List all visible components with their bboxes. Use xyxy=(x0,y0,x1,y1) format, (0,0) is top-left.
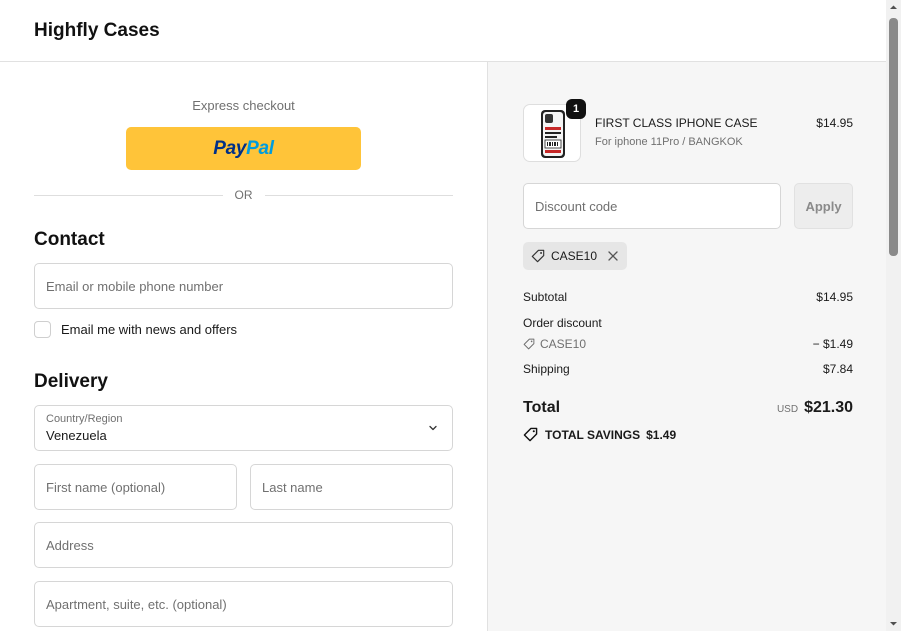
country-value: Venezuela xyxy=(46,428,107,443)
savings-label: TOTAL SAVINGS xyxy=(545,427,641,442)
total-row: Total USD $21.30 xyxy=(523,399,853,421)
savings-value: $1.49 xyxy=(646,427,677,442)
address-input[interactable] xyxy=(35,523,452,567)
order-discount-code: CASE10 xyxy=(540,337,587,351)
product-thumbnail: 1 xyxy=(523,99,586,162)
scroll-up-arrow-icon[interactable] xyxy=(886,0,901,15)
currency-code: USD xyxy=(776,404,799,415)
close-icon[interactable] xyxy=(607,250,619,262)
tag-icon xyxy=(523,338,535,350)
address-field[interactable] xyxy=(34,522,453,568)
contact-title: Contact xyxy=(34,229,105,250)
subtotal-label: Subtotal xyxy=(523,290,568,304)
apartment-input[interactable] xyxy=(35,582,452,626)
total-label: Total xyxy=(523,399,561,416)
express-checkout-label: Express checkout xyxy=(192,98,295,113)
paypal-button[interactable]: PayPal xyxy=(126,127,361,170)
line-item: 1 FIRST CLASS IPHONE CASE For iphone 11P… xyxy=(523,99,853,162)
scroll-down-arrow-icon[interactable] xyxy=(886,616,901,631)
email-input[interactable] xyxy=(35,264,452,308)
product-price: $14.95 xyxy=(816,116,853,130)
divider-line xyxy=(34,194,223,196)
newsletter-row[interactable]: Email me with news and offers xyxy=(34,321,237,338)
or-text: OR xyxy=(234,188,253,202)
order-discount-code-row: CASE10 − $1.49 xyxy=(523,337,853,351)
subtotal-row: Subtotal $14.95 xyxy=(523,290,853,304)
paypal-logo: PayPal xyxy=(213,137,274,159)
order-discount-value: − $1.49 xyxy=(812,337,853,351)
total-amount: $21.30 xyxy=(804,399,853,416)
checkout-form: Express checkout PayPal OR Contact Email… xyxy=(0,62,487,631)
order-discount-row: Order discount xyxy=(523,316,853,330)
newsletter-label[interactable]: Email me with news and offers xyxy=(61,322,237,337)
chevron-down-icon xyxy=(429,425,437,431)
applied-discount-chip: CASE10 xyxy=(523,242,628,270)
tag-icon xyxy=(523,427,538,442)
country-select[interactable]: Country/Region Venezuela xyxy=(34,405,453,451)
tag-icon xyxy=(531,249,545,263)
email-field[interactable] xyxy=(34,263,453,309)
delivery-title: Delivery xyxy=(34,371,108,392)
quantity-badge: 1 xyxy=(566,99,586,119)
apply-button[interactable]: Apply xyxy=(794,183,853,229)
discount-input[interactable] xyxy=(524,184,780,228)
scrollbar[interactable] xyxy=(886,0,901,631)
subtotal-value: $14.95 xyxy=(816,290,853,304)
scroll-thumb[interactable] xyxy=(889,18,898,256)
order-summary: 1 FIRST CLASS IPHONE CASE For iphone 11P… xyxy=(487,62,886,631)
divider-line xyxy=(264,194,453,196)
discount-field[interactable] xyxy=(523,183,781,229)
apartment-field[interactable] xyxy=(34,581,453,627)
country-label: Country/Region xyxy=(46,413,123,425)
checkout-header: Highfly Cases xyxy=(0,0,886,62)
first-name-input[interactable] xyxy=(35,465,236,509)
first-name-field[interactable] xyxy=(34,464,237,510)
product-variant: For iphone 11Pro / BANGKOK xyxy=(595,136,743,148)
shipping-value: $7.84 xyxy=(822,362,853,376)
last-name-field[interactable] xyxy=(250,464,453,510)
total-savings: TOTAL SAVINGS $1.49 xyxy=(523,427,676,442)
last-name-input[interactable] xyxy=(251,465,452,509)
total-amount-group: USD $21.30 xyxy=(777,399,853,417)
product-name: FIRST CLASS IPHONE CASE xyxy=(595,116,758,130)
order-discount-label: Order discount xyxy=(523,316,602,330)
newsletter-checkbox[interactable] xyxy=(34,321,51,338)
applied-code: CASE10 xyxy=(551,249,598,263)
shipping-row: Shipping $7.84 xyxy=(523,362,853,376)
shipping-label: Shipping xyxy=(523,362,570,376)
or-divider: OR xyxy=(34,187,453,203)
store-name[interactable]: Highfly Cases xyxy=(34,20,160,42)
